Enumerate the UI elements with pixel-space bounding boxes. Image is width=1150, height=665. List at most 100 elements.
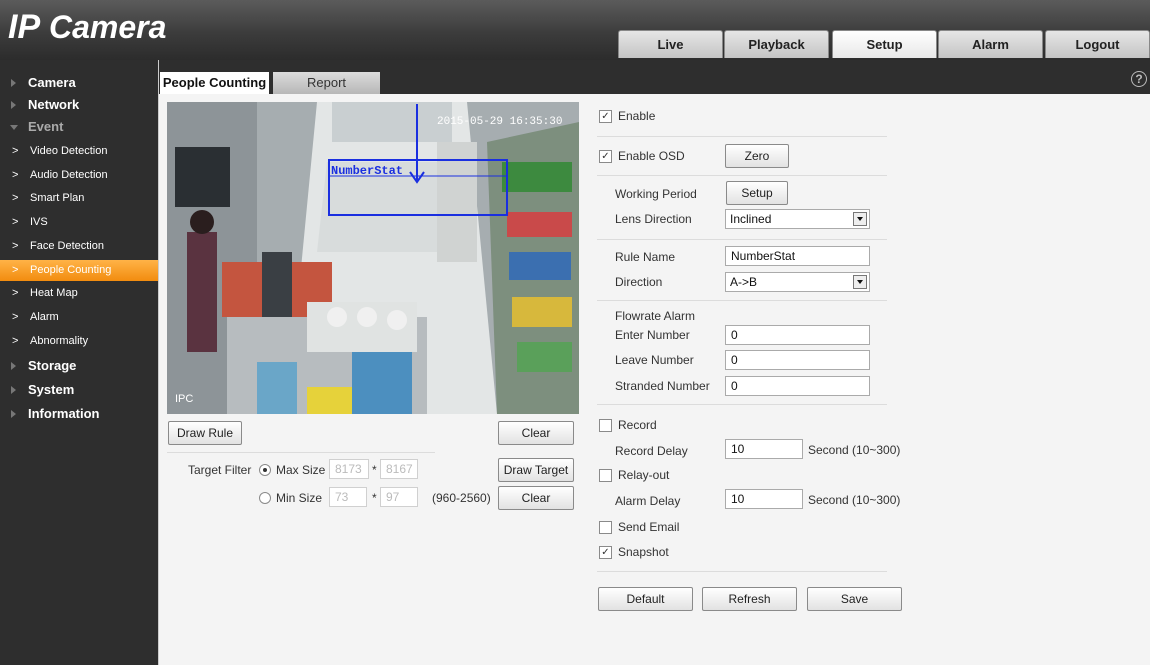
record-delay-range-label: Second (10~300) [808, 443, 901, 457]
draw-target-button[interactable]: Draw Target [498, 458, 574, 482]
leave-number-input[interactable]: 0 [725, 350, 870, 370]
nav-tab-live[interactable]: Live [618, 30, 723, 58]
dropdown-arrow-icon [853, 275, 867, 289]
chevron-right-icon: > [12, 264, 19, 276]
leave-number-label: Leave Number [615, 353, 694, 367]
sidebar-item-heat-map[interactable]: > Heat Map [0, 283, 158, 304]
sidebar-item-smart-plan[interactable]: > Smart Plan [0, 188, 158, 209]
sidebar-item-audio-detection[interactable]: > Audio Detection [0, 165, 158, 186]
nav-tab-alarm[interactable]: Alarm [938, 30, 1043, 58]
max-size-label: Max Size [276, 463, 326, 477]
max-size-width-input[interactable]: 8173 [329, 459, 369, 479]
clear-target-button[interactable]: Clear [498, 486, 574, 510]
sidebar: Camera Network Event > Video Detection > A… [0, 60, 158, 665]
min-size-radio[interactable] [259, 492, 271, 504]
sidebar-item-ivs[interactable]: > IVS [0, 212, 158, 233]
divider [597, 136, 887, 137]
content-tab-bar: People Counting Report ? [159, 60, 1150, 94]
enter-number-label: Enter Number [615, 328, 690, 342]
sidebar-item-network[interactable]: Network [0, 94, 158, 115]
enter-number-input[interactable]: 0 [725, 325, 870, 345]
chevron-right-icon: > [12, 192, 19, 204]
video-timestamp: 2015-05-29 16:35:30 [437, 116, 562, 128]
help-icon[interactable]: ? [1131, 71, 1147, 87]
rule-name-input[interactable]: NumberStat [725, 246, 870, 266]
max-size-height-input[interactable]: 8167 [380, 459, 418, 479]
flowrate-alarm-label: Flowrate Alarm [615, 309, 696, 323]
working-period-setup-button[interactable]: Setup [726, 181, 788, 205]
clear-rule-button[interactable]: Clear [498, 421, 574, 445]
chevron-right-icon: > [12, 145, 19, 157]
stranded-number-label: Stranded Number [615, 379, 710, 393]
chevron-right-icon: > [12, 240, 19, 252]
record-delay-input[interactable]: 10 [725, 439, 803, 459]
sidebar-item-storage[interactable]: Storage [0, 355, 158, 376]
direction-select[interactable]: A->B [725, 272, 870, 292]
expand-arrow-icon [11, 410, 16, 418]
times-sign: * [372, 463, 377, 477]
min-size-label: Min Size [276, 491, 323, 505]
sidebar-item-camera[interactable]: Camera [0, 72, 158, 93]
alarm-delay-range-label: Second (10~300) [808, 493, 901, 507]
sidebar-item-alarm[interactable]: > Alarm [0, 307, 158, 328]
save-button[interactable]: Save [807, 587, 902, 611]
snapshot-label: Snapshot [618, 545, 669, 559]
expand-arrow-icon [11, 386, 16, 394]
refresh-button[interactable]: Refresh [702, 587, 797, 611]
app-logo: IP Camera [8, 8, 167, 46]
video-rule-label: NumberStat [331, 164, 403, 178]
lens-direction-select[interactable]: Inclined [725, 209, 870, 229]
expand-arrow-icon [11, 79, 16, 87]
tab-people-counting[interactable]: People Counting [160, 72, 269, 94]
divider [167, 452, 435, 453]
lens-direction-label: Lens Direction [615, 212, 692, 226]
enable-checkbox[interactable]: ✓ [599, 110, 612, 123]
sidebar-item-people-counting[interactable]: > People Counting [0, 260, 158, 281]
sidebar-item-abnormality[interactable]: > Abnormality [0, 331, 158, 352]
sidebar-item-face-detection[interactable]: > Face Detection [0, 236, 158, 257]
chevron-right-icon: > [12, 287, 19, 299]
enable-osd-checkbox[interactable]: ✓ [599, 150, 612, 163]
divider [597, 175, 887, 176]
nav-tab-logout[interactable]: Logout [1045, 30, 1150, 58]
size-range-label: (960-2560) [432, 491, 491, 505]
sidebar-item-information[interactable]: Information [0, 403, 158, 424]
sidebar-item-system[interactable]: System [0, 379, 158, 400]
divider [597, 404, 887, 405]
min-size-height-input[interactable]: 97 [380, 487, 418, 507]
expand-arrow-icon [11, 362, 16, 370]
enable-osd-label: Enable OSD [618, 149, 685, 163]
sidebar-item-video-detection[interactable]: > Video Detection [0, 141, 158, 162]
default-button[interactable]: Default [598, 587, 693, 611]
min-size-width-input[interactable]: 73 [329, 487, 367, 507]
chevron-right-icon: > [12, 335, 19, 347]
stranded-number-input[interactable]: 0 [725, 376, 870, 396]
snapshot-checkbox[interactable]: ✓ [599, 546, 612, 559]
sidebar-item-event[interactable]: Event [0, 116, 158, 137]
rule-name-label: Rule Name [615, 250, 676, 264]
direction-label: Direction [615, 275, 663, 289]
camera-scene-image: NumberStat 2015-05-29 16:35:30 IPC [167, 102, 579, 414]
record-delay-label: Record Delay [615, 444, 688, 458]
zero-button[interactable]: Zero [725, 144, 789, 168]
tab-report[interactable]: Report [273, 72, 380, 94]
draw-rule-button[interactable]: Draw Rule [168, 421, 242, 445]
chevron-right-icon: > [12, 169, 19, 181]
top-header: IP Camera Live Playback Setup Alarm Logo… [0, 0, 1150, 60]
send-email-label: Send Email [618, 520, 680, 534]
max-size-radio[interactable] [259, 464, 271, 476]
dropdown-arrow-icon [853, 212, 867, 226]
relay-out-label: Relay-out [618, 468, 670, 482]
video-preview[interactable]: NumberStat 2015-05-29 16:35:30 IPC [167, 102, 579, 414]
expand-arrow-icon [11, 101, 16, 109]
nav-tab-setup[interactable]: Setup [832, 30, 937, 58]
record-checkbox[interactable] [599, 419, 612, 432]
send-email-checkbox[interactable] [599, 521, 612, 534]
alarm-delay-input[interactable]: 10 [725, 489, 803, 509]
nav-tab-playback[interactable]: Playback [724, 30, 829, 58]
relay-out-checkbox[interactable] [599, 469, 612, 482]
target-filter-label: Target Filter [188, 463, 252, 477]
divider [597, 239, 887, 240]
main-content: People Counting Report ? NumberStat 2015… [158, 60, 1150, 665]
chevron-right-icon: > [12, 216, 19, 228]
